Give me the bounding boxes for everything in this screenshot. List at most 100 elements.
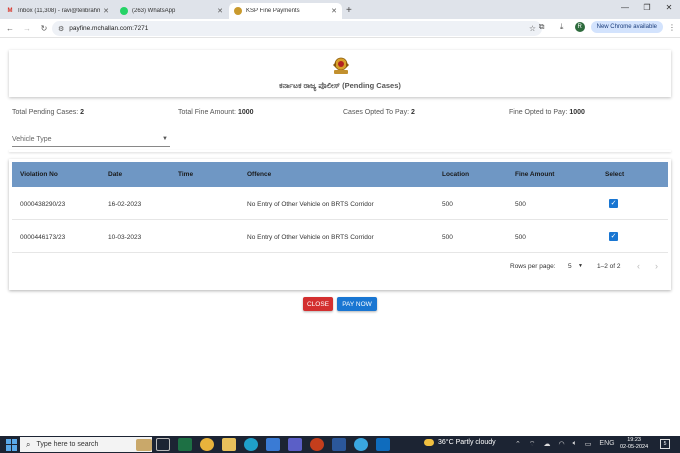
battery-icon[interactable]: ▭ [585,440,592,449]
taskbar-apps [156,438,398,451]
reload-icon[interactable]: ↻ [37,24,51,33]
pay-now-button[interactable]: PAY NOW [337,297,377,311]
clock-date: 02-05-2024 [620,444,649,450]
powerpoint-icon[interactable] [310,438,324,451]
close-icon[interactable]: ✕ [217,7,223,15]
wifi-icon[interactable]: ◠ [558,440,564,449]
language-indicator[interactable]: ENG [599,440,614,449]
weather-widget[interactable]: 36°C Partly cloudy [424,439,496,446]
total-pending-cases: Total Pending Cases: 2 [12,109,84,116]
system-tray: ⌃ ⌔ ☁ ◠ 🔈︎ ▭ ENG [515,440,623,449]
summary-label: Total Fine Amount: [178,109,236,116]
karnataka-police-emblem-icon [333,57,349,74]
page-content: ಕರ್ನಾಟಕ ರಾಜ್ಯ ಪೊಲೀಸ್ (Pending Cases) Tot… [0,39,680,436]
downloads-icon[interactable]: ⤓ [555,22,569,32]
taskbar-clock[interactable]: 19:23 02-05-2024 [620,437,648,451]
vehicle-type-select[interactable]: Vehicle Type ▼ [12,133,170,147]
toolbar-right: ⧉ ⤓ R New Chrome available ⋮ [529,21,676,33]
cell-offence: No Entry of Other Vehicle on BRTS Corrid… [247,234,374,241]
table-row: 0000438290/23 16-02-2023 No Entry of Oth… [12,188,668,220]
cell-offence: No Entry of Other Vehicle on BRTS Corrid… [247,201,374,208]
tab-gmail[interactable]: M Inbox (11,308) - ravi@telibrahm… ✕ [1,3,114,19]
minimize-icon[interactable]: — [614,3,636,12]
tab-label: KSP Fine Payments [246,8,300,14]
close-button[interactable]: CLOSE [303,297,333,311]
extensions-icon[interactable]: ⧉ [535,22,549,32]
cell-location: 500 [442,201,453,208]
new-chrome-available-button[interactable]: New Chrome available [590,21,663,33]
summary-label: Fine Opted to Pay: [509,109,568,116]
notification-center-icon[interactable]: 5 [660,439,670,449]
restore-icon[interactable]: ❐ [636,3,658,12]
summary-value: 2 [80,109,85,116]
clock-time: 19:23 [627,437,641,443]
cell-fine-amount: 500 [515,234,526,241]
teams-icon[interactable] [288,438,302,451]
previous-page-icon[interactable]: ‹ [637,261,640,271]
ksp-emblem-icon [234,7,242,15]
search-icon: ⌕ [26,439,31,449]
cell-location: 500 [442,234,453,241]
fine-opted-to-pay: Fine Opted to Pay: 1000 [509,109,585,116]
select-checkbox[interactable]: ✓ [609,199,618,208]
cell-date: 10-03-2023 [108,234,142,241]
volume-icon[interactable]: 🔈︎ [573,440,577,449]
tab-label: Inbox (11,308) - ravi@telibrahm… [18,8,101,14]
cell-date: 16-02-2023 [108,201,142,208]
browser-toolbar: ← → ↻ ⚙ payfine.mchallan.com:7271 ☆ ⧉ ⤓ … [0,19,680,38]
site-info-icon[interactable]: ⚙ [58,25,64,33]
browser-tab-strip: M Inbox (11,308) - ravi@telibrahm… ✕ (26… [0,0,680,19]
chrome-icon[interactable] [200,438,214,451]
network-icon[interactable]: ⌔ [529,440,536,449]
summary-value: 1000 [237,109,254,116]
cloud-icon[interactable]: ☁ [543,440,550,449]
header-card: ಕರ್ನಾಟಕ ರಾಜ್ಯ ಪೊಲೀಸ್ (Pending Cases) [9,50,671,97]
dropdown-caret-icon[interactable]: ▼ [578,263,583,269]
select-checkbox[interactable]: ✓ [609,232,618,241]
rows-per-page-label: Rows per page: [510,263,556,270]
back-arrow-icon[interactable]: ← [3,24,17,33]
chrome-menu-icon[interactable]: ⋮ [668,23,676,32]
forward-arrow-icon[interactable]: → [20,24,34,33]
close-icon[interactable]: ✕ [103,7,109,15]
file-explorer-icon[interactable] [222,438,236,451]
address-bar[interactable]: ⚙ payfine.mchallan.com:7271 ☆ [52,21,542,36]
chevron-up-icon[interactable]: ⌃ [515,440,521,449]
word-icon[interactable] [332,438,346,451]
excel-icon[interactable] [178,438,192,451]
new-tab-button[interactable]: + [346,5,352,16]
gmail-icon: M [7,8,13,14]
vehicle-type-label: Vehicle Type [12,136,52,143]
summary-value: 2 [410,109,415,116]
table-pagination: Rows per page: 5 ▼ 1–2 of 2 ‹ › [12,255,668,279]
weather-text: 36°C Partly cloudy [438,439,496,446]
pagination-range: 1–2 of 2 [597,263,621,270]
rows-per-page-select[interactable]: 5 [568,263,572,270]
table-header: Violation No Date Time Offence Location … [12,162,668,187]
windows-start-icon[interactable] [6,438,18,451]
tab-whatsapp[interactable]: (263) WhatsApp ✕ [115,3,228,19]
window-close-icon[interactable]: ✕ [658,3,680,12]
header-date: Date [108,171,123,178]
profile-avatar[interactable]: R [574,22,585,32]
cell-violation-no: 0000438290/23 [20,201,66,208]
taskbar-search-input[interactable]: ⌕ Type here to search [20,437,152,452]
total-fine-amount: Total Fine Amount: 1000 [178,109,254,116]
cell-violation-no: 0000446173/23 [20,234,66,241]
page-title: ಕರ್ನಾಟಕ ರಾಜ್ಯ ಪೊಲೀಸ್ (Pending Cases) [279,81,401,90]
edge-icon[interactable] [244,438,258,451]
store-icon[interactable] [266,438,280,451]
whatsapp-icon [120,7,128,15]
task-view-icon[interactable] [156,438,170,451]
cell-fine-amount: 500 [515,201,526,208]
next-page-icon[interactable]: › [655,261,658,271]
close-icon[interactable]: ✕ [331,7,337,15]
header-time: Time [178,171,194,178]
tab-ksp-fine-payments[interactable]: KSP Fine Payments ✕ [229,3,342,19]
outlook-icon[interactable] [376,438,390,451]
dropdown-caret-icon: ▼ [162,136,168,142]
summary-value: 1000 [569,109,585,116]
url-text: payfine.mchallan.com:7271 [69,25,149,32]
search-placeholder: Type here to search [36,441,99,448]
app-icon[interactable] [354,438,368,451]
